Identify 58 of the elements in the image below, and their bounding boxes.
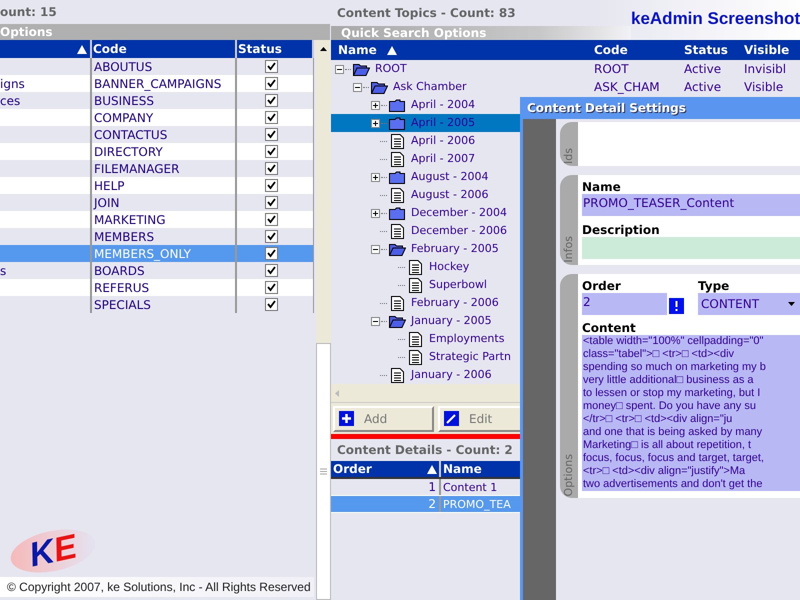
tree-label: April - 2006 bbox=[411, 132, 476, 149]
table-cell-text: MEMBERS bbox=[94, 228, 154, 246]
table-cell-text: BUSINESS bbox=[94, 92, 154, 110]
tree-label: February - 2006 bbox=[411, 294, 499, 311]
table-cell-text: 2 bbox=[428, 496, 436, 513]
field-label: Description bbox=[582, 223, 661, 237]
tree-label: April - 2004 bbox=[411, 96, 476, 113]
table-cell: Active bbox=[684, 80, 722, 94]
table-cell-text: SPECIALS bbox=[94, 296, 151, 314]
table-cell-text: CONTACTUS bbox=[94, 126, 168, 144]
tree-label: December - 2004 bbox=[411, 204, 507, 221]
table-cell: Active bbox=[684, 62, 722, 76]
field-label: Order bbox=[582, 279, 622, 293]
tree-label: August - 2006 bbox=[411, 186, 488, 203]
panel-title: Content Topics - Count: 83 bbox=[337, 5, 516, 22]
table-cell-text: COMPANY bbox=[94, 110, 154, 126]
tree-label: December - 2006 bbox=[411, 222, 507, 239]
tree-label: Employments bbox=[429, 330, 504, 347]
table-cell: Visible bbox=[744, 80, 784, 94]
tree-label: April - 2005 bbox=[411, 114, 476, 131]
table-cell-text: DIRECTORY bbox=[94, 144, 163, 160]
field-label: Content bbox=[582, 321, 637, 335]
dialog-title: Content Detail Settings bbox=[527, 100, 686, 117]
table-cell-text: 1 bbox=[428, 479, 436, 496]
tree-label: August - 2004 bbox=[411, 168, 488, 185]
table-cell: Content 1 bbox=[443, 480, 498, 494]
copyright-text: © Copyright 2007, ke Solutions, Inc - All Rights Reserved bbox=[7, 579, 311, 596]
tree-label: January - 2005 bbox=[411, 312, 492, 329]
tree-label: Ask Chamber bbox=[393, 78, 467, 95]
tree-label: Strategic Partn bbox=[429, 348, 511, 365]
section-header: Options bbox=[0, 24, 330, 40]
table-cell-text: igns bbox=[0, 76, 25, 92]
table-cell: PROMO_TEA bbox=[443, 498, 511, 511]
field-label: Name bbox=[582, 180, 622, 194]
table-cell-text: FILEMANAGER bbox=[94, 160, 180, 178]
table-cell: ROOT bbox=[594, 62, 629, 76]
tree-label: April - 2007 bbox=[411, 150, 476, 167]
table-cell-text: ces bbox=[0, 92, 20, 110]
app-title: keAdmin Screenshot bbox=[631, 8, 800, 30]
table-cell: ASK_CHAM bbox=[594, 80, 660, 94]
table-cell-text: ABOUTUS bbox=[94, 58, 152, 76]
tree-label: January - 2006 bbox=[411, 366, 492, 383]
table-cell-text: MARKETING bbox=[94, 212, 166, 228]
table-cell: Invisibl bbox=[744, 62, 786, 76]
tree-label: ROOT bbox=[375, 60, 407, 77]
tree-label: Superbowl bbox=[429, 276, 487, 293]
panel-title: Content Details - Count: 2 bbox=[337, 442, 513, 459]
table-cell-text: HELP bbox=[94, 178, 125, 194]
table-cell-text: MEMBERS_ONLY bbox=[94, 246, 191, 262]
tree-label: Hockey bbox=[429, 258, 470, 275]
table-cell-text: REFERUS bbox=[94, 280, 150, 296]
tree-label: February - 2005 bbox=[411, 240, 499, 257]
field-label: Type bbox=[698, 279, 730, 293]
table-cell-text: s bbox=[0, 262, 6, 280]
table-cell-text: BANNER_CAMPAIGNS bbox=[94, 76, 222, 92]
table-cell-text: JOIN bbox=[94, 194, 120, 212]
count-label: ount: 15 bbox=[0, 4, 57, 21]
table-cell-text: BOARDS bbox=[94, 262, 145, 280]
